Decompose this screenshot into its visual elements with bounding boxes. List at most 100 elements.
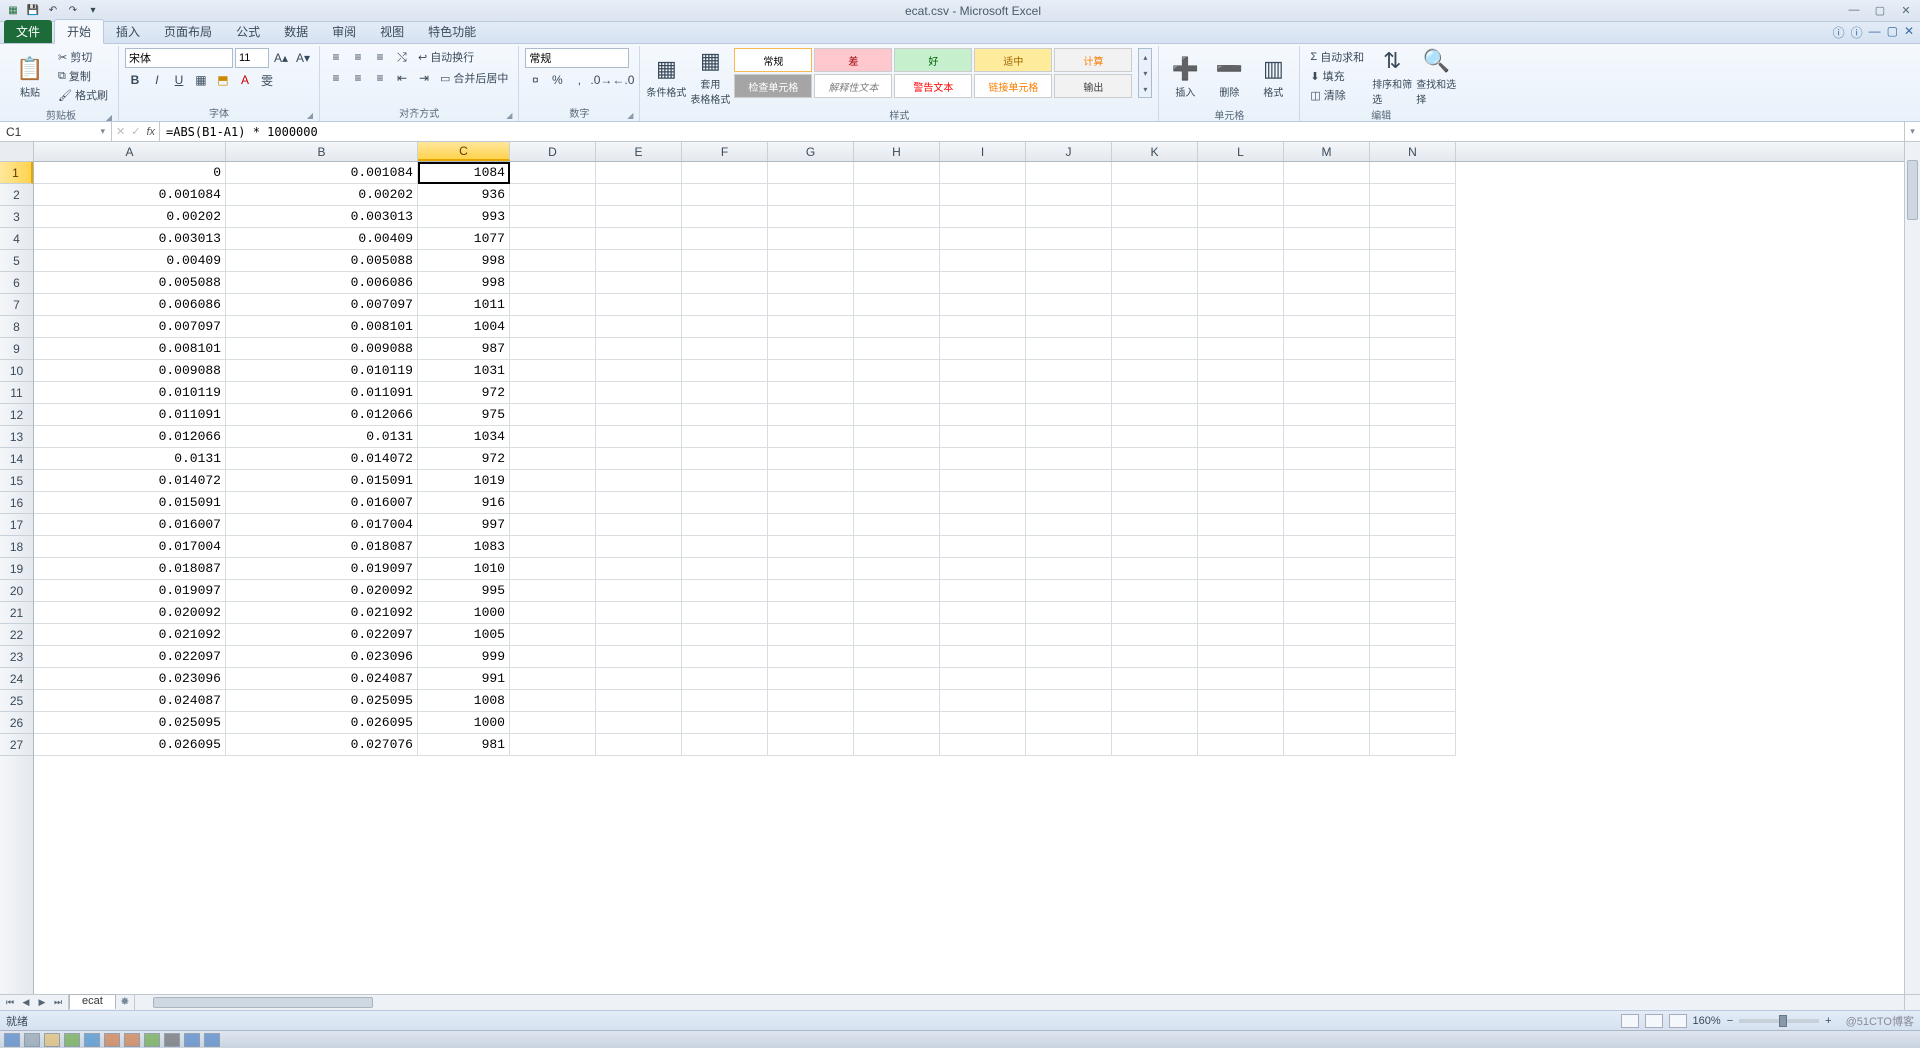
cell[interactable]	[596, 470, 682, 492]
cell[interactable]	[682, 690, 768, 712]
horizontal-scrollbar[interactable]	[134, 995, 1904, 1010]
cell[interactable]	[768, 162, 854, 184]
cell[interactable]	[510, 514, 596, 536]
cell[interactable]	[1370, 690, 1456, 712]
cell[interactable]	[1026, 734, 1112, 756]
minimize-ribbon-icon[interactable]: ⓘ	[1833, 24, 1845, 41]
cell[interactable]	[682, 734, 768, 756]
cell[interactable]	[1284, 184, 1370, 206]
row-header[interactable]: 15	[0, 470, 33, 492]
row-header[interactable]: 3	[0, 206, 33, 228]
cell[interactable]	[854, 228, 940, 250]
cell[interactable]	[510, 690, 596, 712]
cell[interactable]	[1198, 492, 1284, 514]
cell[interactable]	[854, 448, 940, 470]
font-color-button[interactable]: A	[235, 71, 255, 89]
sort-filter-button[interactable]: ⇅排序和筛选	[1372, 48, 1412, 106]
cell[interactable]	[768, 294, 854, 316]
cell[interactable]	[1026, 514, 1112, 536]
cell[interactable]	[1284, 668, 1370, 690]
cell[interactable]	[1112, 360, 1198, 382]
row-header[interactable]: 23	[0, 646, 33, 668]
row-header[interactable]: 7	[0, 294, 33, 316]
redo-icon[interactable]: ↷	[64, 2, 82, 20]
cell[interactable]	[1112, 690, 1198, 712]
cell[interactable]: 0.0131	[226, 426, 418, 448]
row-header[interactable]: 11	[0, 382, 33, 404]
cell[interactable]	[682, 514, 768, 536]
cell[interactable]	[682, 272, 768, 294]
cell[interactable]	[854, 668, 940, 690]
insert-cells-button[interactable]: ➕插入	[1165, 48, 1205, 106]
cell[interactable]	[854, 272, 940, 294]
row-header[interactable]: 17	[0, 514, 33, 536]
cell[interactable]	[682, 228, 768, 250]
cell[interactable]	[596, 206, 682, 228]
cell[interactable]: 991	[418, 668, 510, 690]
cell[interactable]	[1198, 558, 1284, 580]
cell[interactable]	[510, 426, 596, 448]
cell[interactable]	[510, 624, 596, 646]
cell[interactable]	[682, 470, 768, 492]
cell[interactable]	[1198, 668, 1284, 690]
wrap-text-button[interactable]: ↩自动换行	[414, 48, 478, 66]
cell[interactable]	[768, 492, 854, 514]
cell[interactable]	[510, 536, 596, 558]
cell[interactable]	[768, 712, 854, 734]
cell[interactable]	[1026, 470, 1112, 492]
cell[interactable]: 999	[418, 646, 510, 668]
cell[interactable]: 0.025095	[34, 712, 226, 734]
tab-页面布局[interactable]: 页面布局	[152, 20, 224, 43]
cell[interactable]	[682, 426, 768, 448]
cell[interactable]: 1000	[418, 712, 510, 734]
cell[interactable]	[596, 294, 682, 316]
cell[interactable]	[1284, 558, 1370, 580]
cell[interactable]	[768, 514, 854, 536]
cell[interactable]	[940, 206, 1026, 228]
cell[interactable]	[1026, 360, 1112, 382]
cell[interactable]	[940, 316, 1026, 338]
launcher-icon[interactable]: ◢	[106, 113, 112, 122]
decrease-font-icon[interactable]: A▾	[293, 49, 313, 67]
cell[interactable]	[1284, 250, 1370, 272]
cell[interactable]	[1198, 470, 1284, 492]
cell[interactable]	[940, 734, 1026, 756]
cell[interactable]	[682, 250, 768, 272]
cell[interactable]	[596, 646, 682, 668]
cell[interactable]	[940, 602, 1026, 624]
cell[interactable]: 0.011091	[226, 382, 418, 404]
cell[interactable]	[1112, 382, 1198, 404]
launcher-icon[interactable]: ◢	[627, 111, 633, 120]
cell[interactable]	[596, 316, 682, 338]
cell[interactable]	[1284, 646, 1370, 668]
cell[interactable]	[1026, 448, 1112, 470]
cell[interactable]: 936	[418, 184, 510, 206]
cell[interactable]: 981	[418, 734, 510, 756]
cell[interactable]	[940, 338, 1026, 360]
cell[interactable]: 0.027076	[226, 734, 418, 756]
cell[interactable]	[596, 624, 682, 646]
cell[interactable]	[596, 712, 682, 734]
cell[interactable]	[1370, 206, 1456, 228]
cell[interactable]	[510, 602, 596, 624]
cell[interactable]: 997	[418, 514, 510, 536]
cell[interactable]	[596, 382, 682, 404]
cell[interactable]	[1284, 470, 1370, 492]
style-常规[interactable]: 常规	[734, 48, 812, 72]
cells-area[interactable]: 00.00108410840.0010840.002029360.002020.…	[34, 162, 1904, 994]
cell[interactable]: 0.003013	[226, 206, 418, 228]
align-left-icon[interactable]: ≡	[326, 69, 346, 87]
cell[interactable]: 0	[34, 162, 226, 184]
tab-公式[interactable]: 公式	[224, 20, 272, 43]
cell[interactable]: 998	[418, 272, 510, 294]
row-header[interactable]: 16	[0, 492, 33, 514]
cell[interactable]: 0.016007	[34, 514, 226, 536]
cell[interactable]: 0.010119	[34, 382, 226, 404]
cell[interactable]	[940, 492, 1026, 514]
cell[interactable]	[596, 360, 682, 382]
style-解释性文本[interactable]: 解释性文本	[814, 74, 892, 98]
accounting-format-icon[interactable]: ¤	[525, 71, 545, 89]
number-format-combo[interactable]	[525, 48, 629, 68]
column-header-L[interactable]: L	[1198, 142, 1284, 161]
cell[interactable]	[682, 316, 768, 338]
